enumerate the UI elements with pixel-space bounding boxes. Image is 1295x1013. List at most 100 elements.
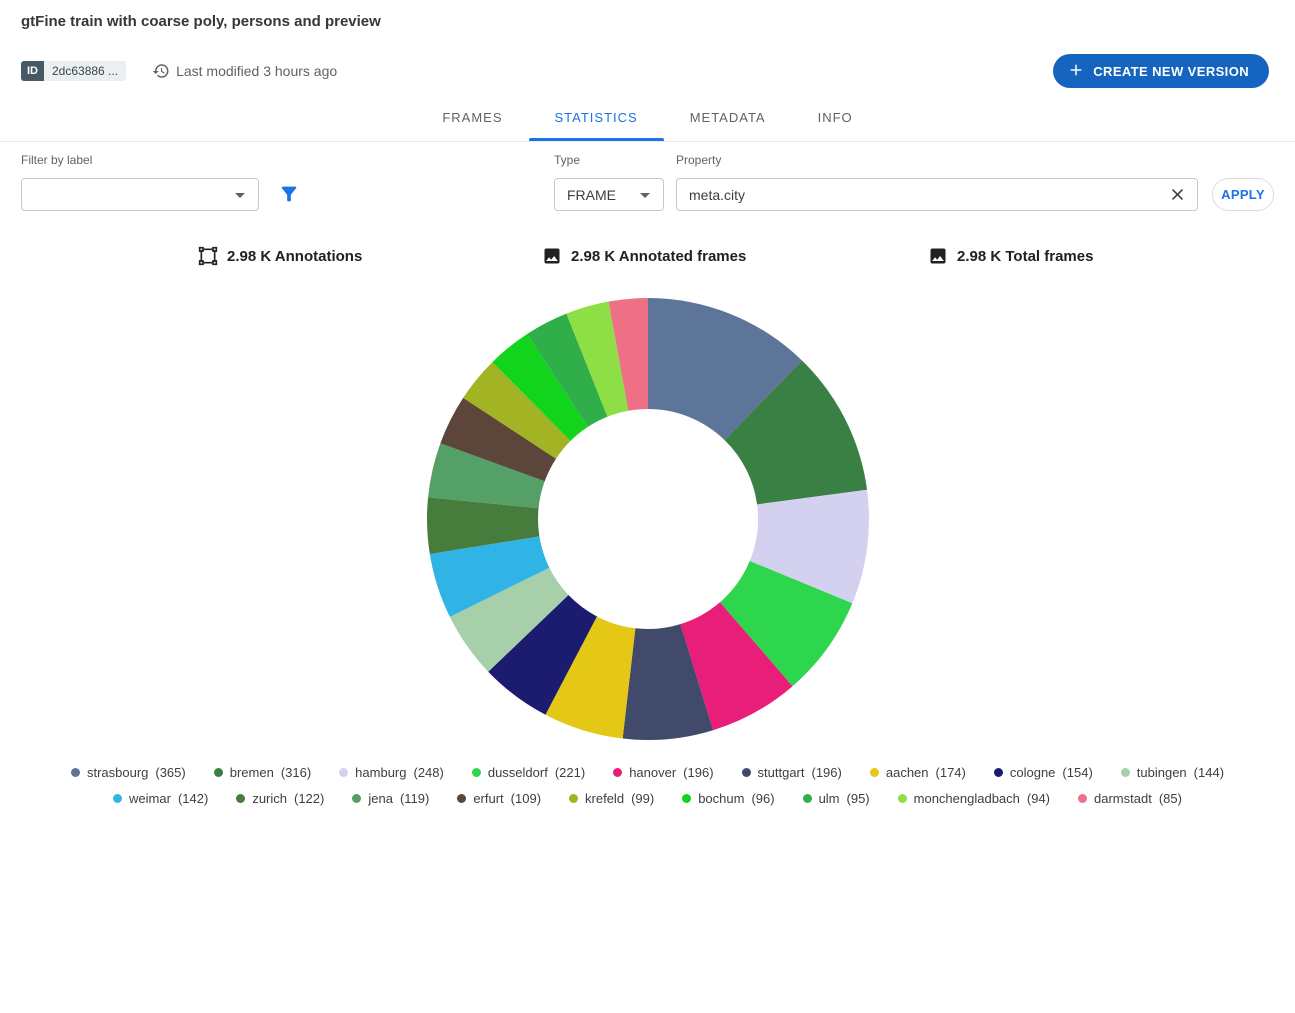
legend-dot	[870, 768, 879, 777]
type-filter-label: Type	[554, 153, 580, 167]
legend-item-stuttgart[interactable]: stuttgart (196)	[742, 765, 842, 780]
legend-count: (196)	[812, 765, 842, 780]
stats-row: 2.98 K Annotations 2.98 K Annotated fram…	[0, 243, 1295, 269]
tab-info[interactable]: INFO	[792, 94, 879, 141]
legend-label: zurich	[252, 791, 287, 806]
stat-total-frames-label: 2.98 K Total frames	[957, 248, 1093, 265]
history-icon	[152, 62, 170, 80]
legend-label: ulm	[819, 791, 840, 806]
stat-annotated-frames-label: 2.98 K Annotated frames	[571, 248, 746, 265]
tab-metadata[interactable]: METADATA	[664, 94, 792, 141]
legend-dot	[994, 768, 1003, 777]
legend-item-zurich[interactable]: zurich (122)	[236, 791, 324, 806]
legend-dot	[613, 768, 622, 777]
legend-item-aachen[interactable]: aachen (174)	[870, 765, 966, 780]
legend-label: hamburg	[355, 765, 406, 780]
chevron-down-icon	[633, 183, 663, 207]
legend-label: darmstadt	[1094, 791, 1152, 806]
legend-count: (248)	[413, 765, 443, 780]
legend-dot	[898, 794, 907, 803]
legend-dot	[236, 794, 245, 803]
legend-count: (85)	[1159, 791, 1182, 806]
last-modified-text: Last modified 3 hours ago	[176, 63, 337, 79]
apply-button[interactable]: APPLY	[1212, 178, 1274, 211]
legend-label: monchengladbach	[914, 791, 1020, 806]
legend-label: dusseldorf	[488, 765, 548, 780]
create-new-version-button[interactable]: CREATE NEW VERSION	[1053, 54, 1269, 88]
type-select[interactable]: FRAME	[554, 178, 664, 211]
stat-annotations: 2.98 K Annotations	[198, 243, 362, 269]
dataset-id-value: 2dc63886 ...	[44, 61, 126, 81]
legend-count: (122)	[294, 791, 324, 806]
legend-item-erfurt[interactable]: erfurt(109)	[457, 791, 541, 806]
legend-label: bochum	[698, 791, 744, 806]
clear-icon[interactable]	[1158, 185, 1197, 204]
legend-item-ulm[interactable]: ulm (95)	[803, 791, 870, 806]
legend-count: (95)	[847, 791, 870, 806]
stat-annotated-frames: 2.98 K Annotated frames	[542, 243, 746, 269]
legend-count: (109)	[511, 791, 541, 806]
label-filter-select[interactable]	[21, 178, 259, 211]
legend-label: weimar	[129, 791, 171, 806]
legend-count: (316)	[281, 765, 311, 780]
tab-bar: FRAMES STATISTICS METADATA INFO	[0, 94, 1295, 142]
legend-count: (119)	[400, 791, 429, 806]
legend-item-darmstadt[interactable]: darmstadt (85)	[1078, 791, 1182, 806]
property-filter-label: Property	[676, 153, 721, 167]
legend-dot	[71, 768, 80, 777]
filter-funnel-button[interactable]	[278, 183, 300, 208]
legend-item-hamburg[interactable]: hamburg (248)	[339, 765, 444, 780]
filter-toolbar: Filter by label Type FRAME Property	[0, 142, 1295, 215]
legend-count: (154)	[1062, 765, 1092, 780]
property-field	[676, 178, 1198, 211]
type-select-value: FRAME	[555, 187, 633, 203]
legend-label: tubingen	[1137, 765, 1187, 780]
tab-frames[interactable]: FRAMES	[416, 94, 528, 141]
plus-icon	[1067, 61, 1085, 82]
legend-item-weimar[interactable]: weimar(142)	[113, 791, 208, 806]
page-title: gtFine train with coarse poly, persons a…	[21, 12, 1271, 32]
legend-item-bochum[interactable]: bochum(96)	[682, 791, 774, 806]
legend-label: krefeld	[585, 791, 624, 806]
legend-dot	[457, 794, 466, 803]
stat-total-frames: 2.98 K Total frames	[928, 243, 1093, 269]
legend-count: (365)	[155, 765, 185, 780]
frames-icon	[542, 246, 562, 266]
legend-item-hanover[interactable]: hanover (196)	[613, 765, 713, 780]
legend-item-cologne[interactable]: cologne(154)	[994, 765, 1093, 780]
legend-dot	[472, 768, 481, 777]
legend-item-bremen[interactable]: bremen(316)	[214, 765, 311, 780]
chevron-down-icon	[228, 183, 258, 207]
legend-item-strasbourg[interactable]: strasbourg(365)	[71, 765, 186, 780]
legend-count: (196)	[683, 765, 713, 780]
legend-dot	[1078, 794, 1087, 803]
legend-label: hanover	[629, 765, 676, 780]
legend-label: jena	[368, 791, 393, 806]
legend-count: (144)	[1194, 765, 1224, 780]
property-input[interactable]	[677, 187, 1158, 203]
legend-item-tubingen[interactable]: tubingen (144)	[1121, 765, 1224, 780]
legend-item-jena[interactable]: jena (119)	[352, 791, 429, 806]
legend-label: aachen	[886, 765, 929, 780]
legend-dot	[339, 768, 348, 777]
legend-item-dusseldorf[interactable]: dusseldorf (221)	[472, 765, 585, 780]
legend-row-2: weimar(142) zurich (122) jena (119) erfurt(10…	[0, 791, 1295, 806]
legend-dot	[1121, 768, 1130, 777]
dataset-statistics-page: gtFine train with coarse poly, persons a…	[0, 0, 1295, 1013]
page-header: gtFine train with coarse poly, persons a…	[0, 0, 1295, 88]
dataset-id-chip[interactable]: ID 2dc63886 ...	[21, 61, 126, 81]
header-meta-row: ID 2dc63886 ... Last modified 3 hours ag…	[21, 54, 1271, 88]
legend-item-monchengladbach[interactable]: monchengladbach(94)	[898, 791, 1050, 806]
tab-statistics[interactable]: STATISTICS	[529, 94, 664, 141]
last-modified: Last modified 3 hours ago	[152, 62, 337, 80]
legend-count: (174)	[936, 765, 966, 780]
label-filter-label: Filter by label	[21, 153, 92, 167]
legend-dot	[682, 794, 691, 803]
legend-count: (221)	[555, 765, 585, 780]
legend-count: (99)	[631, 791, 654, 806]
id-badge: ID	[21, 61, 44, 81]
chart-area	[0, 297, 1295, 741]
legend-item-krefeld[interactable]: krefeld (99)	[569, 791, 654, 806]
legend-label: stuttgart	[758, 765, 805, 780]
legend-dot	[352, 794, 361, 803]
